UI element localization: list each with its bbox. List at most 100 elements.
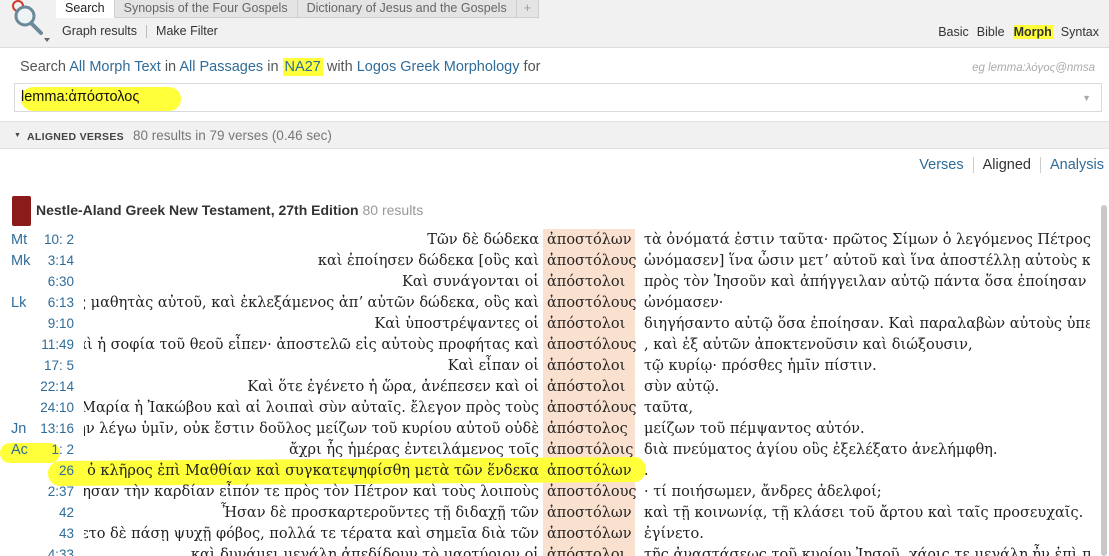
keyword-match[interactable]: ἀπόστολοι <box>547 273 625 291</box>
table-row[interactable]: 17: 5 Καὶ εἶπαν οἱ ἀπόστολοι τῷ κυρίῳ· πρόσ… <box>0 355 1100 376</box>
context-before: εν ὁ κλῆρος ἐπὶ Μαθθίαν καὶ συγκατεψηφίσ… <box>84 463 539 479</box>
keyword-match[interactable]: ἀπόστολος <box>547 420 628 438</box>
resource-title-text[interactable]: Nestle-Aland Greek New Testament, 27th E… <box>36 202 359 218</box>
results-header: ▼ ALIGNED VERSES 80 results in 79 verses… <box>0 121 1109 149</box>
graph-results-button[interactable]: Graph results <box>62 25 148 38</box>
verse-reference-link[interactable]: 6:13 <box>48 294 74 312</box>
book-abbrev[interactable]: Mt <box>11 231 27 249</box>
table-row[interactable]: 4:33 καὶ δυνάμει μεγάλῃ ἀπεδίδουν τὸ μαρτ… <box>0 544 1100 556</box>
morphology-link[interactable]: Logos Greek Morphology <box>357 59 520 75</box>
context-before: καὶ δυνάμει μεγάλῃ ἀπεδίδουν τὸ μαρτύριο… <box>190 547 539 556</box>
view-verses[interactable]: Verses <box>910 157 974 173</box>
context-after-clip: διὰ πνεύματος ἁγίου οὓς ἐξελέξατο ἀνελήμ… <box>644 439 1090 460</box>
search-query-input[interactable]: lemma:ἀπόστολος ▼ <box>14 83 1102 112</box>
view-analysis[interactable]: Analysis <box>1041 157 1104 173</box>
context-before: ύγησαν τὴν καρδίαν εἶπόν τε πρὸς τὸν Πέτ… <box>84 484 539 500</box>
keyword-match[interactable]: ἀποστόλους <box>547 483 637 501</box>
context-before: καὶ Μαρία ἡ Ἰακώβου καὶ αἱ λοιπαὶ σὺν αὐ… <box>84 400 539 416</box>
search-query-text[interactable]: lemma:ἀπόστολος <box>21 89 139 105</box>
verse-reference-link[interactable]: 13:16 <box>40 420 74 438</box>
version-link[interactable]: NA27 <box>282 58 323 76</box>
context-after: ἐγίνετο. <box>644 526 704 542</box>
table-row[interactable]: 11:49 καὶ ἡ σοφία τοῦ θεοῦ εἶπεν· ἀποστελ… <box>0 334 1100 355</box>
context-before-clip: καὶ ἐποίησεν δώδεκα [οὓς καὶ <box>84 250 539 271</box>
keyword-match[interactable]: ἀποστόλους <box>547 252 637 270</box>
keyword-match[interactable]: ἀποστόλων <box>547 525 632 543</box>
table-row[interactable]: Mt 10: 2 Τῶν δὲ δώδεκα ἀποστόλων τὰ ὀνόματά … <box>0 229 1100 250</box>
book-abbrev[interactable]: Mk <box>11 252 30 270</box>
context-after-clip: διηγήσαντο αὐτῷ ὅσα ἐποίησαν. Καὶ παραλα… <box>644 313 1090 334</box>
context-after-clip: , καὶ ἐξ αὐτῶν ἀποκτενοῦσιν καὶ διώξουσι… <box>644 334 1090 355</box>
context-after: πρὸς τὸν Ἰησοῦν καὶ ἀπήγγειλαν αὐτῷ πάντ… <box>644 274 1090 290</box>
keyword-match[interactable]: ἀποστόλοις <box>547 441 633 459</box>
passages-link[interactable]: All Passages <box>179 59 263 75</box>
verse-reference-link[interactable]: 3:14 <box>48 252 74 270</box>
keyword-match[interactable]: ἀποστόλων <box>547 462 632 480</box>
tab-search[interactable]: Search <box>56 0 115 18</box>
keyword-match[interactable]: ἀποστόλων <box>547 231 632 249</box>
verse-reference-link[interactable]: 11:49 <box>41 336 74 354</box>
query-dropdown-icon[interactable]: ▼ <box>1082 93 1091 103</box>
table-row[interactable]: 9:10 Καὶ ὑποστρέψαντες οἱ ἀπόστολοι διηγήσα… <box>0 313 1100 334</box>
book-abbrev[interactable]: Jn <box>11 420 26 438</box>
table-row[interactable]: Lk 6:13 οὺς μαθητὰς αὐτοῦ, καὶ ἐκλεξάμενος… <box>0 292 1100 313</box>
verse-reference-link[interactable]: 26 <box>59 462 74 480</box>
table-row[interactable]: Mk 3:14 καὶ ἐποίησεν δώδεκα [οὓς καὶ ἀποστό… <box>0 250 1100 271</box>
context-before: Τῶν δὲ δώδεκα <box>427 232 539 248</box>
book-abbrev[interactable]: Ac <box>11 441 28 459</box>
keyword-match[interactable]: ἀποστόλους <box>547 294 637 312</box>
context-after-clip: πρὸς τὸν Ἰησοῦν καὶ ἀπήγγειλαν αὐτῷ πάντ… <box>644 271 1090 292</box>
resource-title[interactable]: Nestle-Aland Greek New Testament, 27th E… <box>36 202 423 218</box>
verse-reference-link[interactable]: 42 <box>59 504 74 522</box>
mode-syntax[interactable]: Syntax <box>1061 25 1099 39</box>
make-filter-button[interactable]: Make Filter <box>156 25 227 38</box>
context-after-clip: καὶ τῇ κοινωνίᾳ, τῇ κλάσει τοῦ ἄρτου καὶ… <box>644 502 1090 523</box>
verse-reference-link[interactable]: 24:10 <box>40 399 74 417</box>
tab-synopsis[interactable]: Synopsis of the Four Gospels <box>114 0 298 18</box>
verse-reference-link[interactable]: 43 <box>59 525 74 543</box>
keyword-match[interactable]: ἀπόστολοι <box>547 357 625 375</box>
verse-reference-link[interactable]: 6:30 <box>48 273 74 291</box>
add-tab-button[interactable]: + <box>516 0 540 18</box>
scrollbar[interactable] <box>1101 205 1107 556</box>
context-after-clip: ταῦτα, <box>644 397 1090 418</box>
keyword-match[interactable]: ἀποστόλους <box>547 336 637 354</box>
collapse-triangle-icon[interactable]: ▼ <box>14 132 21 139</box>
context-after: τῷ κυρίῳ· πρόσθες ἡμῖν πίστιν. <box>644 358 877 374</box>
verse-reference-link[interactable]: 10: 2 <box>44 231 74 249</box>
verse-reference-link[interactable]: 9:10 <box>48 315 74 333</box>
book-abbrev[interactable]: Lk <box>11 294 26 312</box>
table-row[interactable]: 6:30 Καὶ συνάγονται οἱ ἀπόστολοι πρὸς τὸν Ἰ… <box>0 271 1100 292</box>
context-after-clip: . <box>644 460 1090 481</box>
mode-bible[interactable]: Bible <box>977 25 1005 39</box>
mode-basic[interactable]: Basic <box>938 25 969 39</box>
mode-morph[interactable]: Morph <box>1012 25 1053 39</box>
search-app-icon[interactable] <box>0 0 54 48</box>
table-row[interactable]: 26 εν ὁ κλῆρος ἐπὶ Μαθθίαν καὶ συγκατεψηφ… <box>0 460 1100 481</box>
keyword-match[interactable]: ἀποστόλων <box>547 504 632 522</box>
table-row[interactable]: Ac 1: 2 ἄχρι ἧς ἡμέρας ἐντειλάμενος τοῖς ἀπ… <box>0 439 1100 460</box>
table-row[interactable]: 43 ίνετο δὲ πάσῃ ψυχῇ φόβος, πολλά τε τέρ… <box>0 523 1100 544</box>
results-section-label[interactable]: ALIGNED VERSES <box>27 131 124 143</box>
table-row[interactable]: Jn 13:16 μὴν λέγω ὑμῖν, οὐκ ἔστιν δοῦλος μ… <box>0 418 1100 439</box>
table-row[interactable]: 22:14 Καὶ ὅτε ἐγένετο ἡ ὥρα, ἀνέπεσεν καὶ… <box>0 376 1100 397</box>
table-row[interactable]: 2:37 ύγησαν τὴν καρδίαν εἶπόν τε πρὸς τὸν… <box>0 481 1100 502</box>
verse-reference-link[interactable]: 4:33 <box>48 546 74 556</box>
keyword-match[interactable]: ἀπόστολοι <box>547 315 625 333</box>
verse-reference-link[interactable]: 2:37 <box>48 483 74 501</box>
context-before: Καὶ συνάγονται οἱ <box>402 274 539 290</box>
verse-reference-link[interactable]: 22:14 <box>40 378 74 396</box>
table-row[interactable]: 24:10 καὶ Μαρία ἡ Ἰακώβου καὶ αἱ λοιπαὶ σ… <box>0 397 1100 418</box>
search-description: Search All Morph Text in All Passages in… <box>20 58 540 76</box>
verse-reference-link[interactable]: 1: 2 <box>51 441 74 459</box>
context-before-clip: μὴν λέγω ὑμῖν, οὐκ ἔστιν δοῦλος μείζων τ… <box>84 418 539 439</box>
keyword-match[interactable]: ἀποστόλους <box>547 399 637 417</box>
view-aligned[interactable]: Aligned <box>974 157 1041 173</box>
verse-reference-link[interactable]: 17: 5 <box>44 357 74 375</box>
context-before-clip: καὶ δυνάμει μεγάλῃ ἀπεδίδουν τὸ μαρτύριο… <box>84 544 539 556</box>
keyword-match[interactable]: ἀπόστολοι <box>547 378 625 396</box>
scope-link[interactable]: All Morph Text <box>69 59 161 75</box>
table-row[interactable]: 42 Ἦσαν δὲ προσκαρτεροῦντες τῇ διδαχῇ τῶν… <box>0 502 1100 523</box>
tab-dictionary[interactable]: Dictionary of Jesus and the Gospels <box>297 0 517 18</box>
keyword-match[interactable]: ἀπόστολοι <box>547 546 625 556</box>
